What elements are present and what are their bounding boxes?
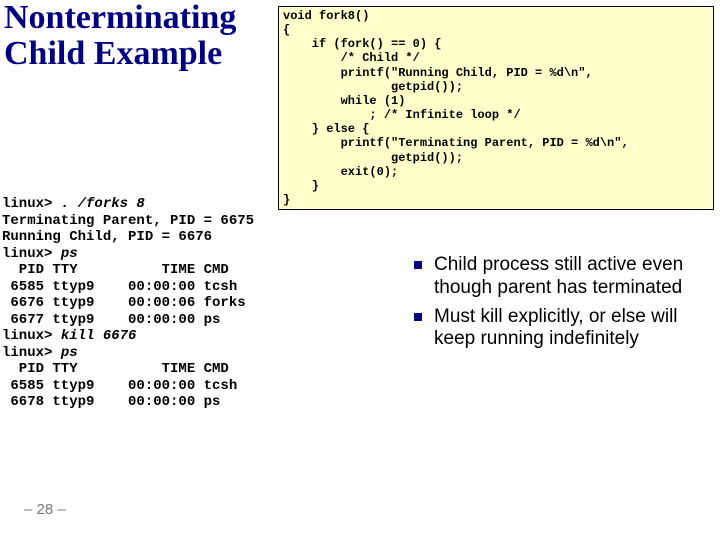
square-bullet-icon (414, 261, 422, 269)
terminal-line: 6678 ttyp9 00:00:00 ps (2, 394, 220, 410)
typed-command: kill 6676 (61, 328, 137, 344)
terminal-line: PID TTY TIME CMD (2, 361, 229, 377)
bullet-item: Must kill explicitly, or else will keep … (414, 306, 714, 352)
prompt: linux> (2, 328, 61, 344)
bullet-list: Child process still active even though p… (414, 254, 714, 357)
prompt: linux> (2, 246, 61, 262)
typed-command: ps (61, 246, 78, 262)
prompt: linux> (2, 345, 61, 361)
terminal-line: PID TTY TIME CMD (2, 262, 229, 278)
terminal-output: linux> . /forks 8 Terminating Parent, PI… (2, 196, 338, 411)
code-block: void fork8() { if (fork() == 0) { /* Chi… (278, 6, 714, 210)
terminal-line: 6585 ttyp9 00:00:00 tcsh (2, 378, 237, 394)
square-bullet-icon (414, 313, 422, 321)
prompt: linux> (2, 196, 61, 212)
typed-command: . /forks 8 (61, 196, 145, 212)
terminal-line: 6677 ttyp9 00:00:00 ps (2, 312, 220, 328)
terminal-line: Terminating Parent, PID = 6675 (2, 213, 254, 229)
typed-command: ps (61, 345, 78, 361)
bullet-text: Must kill explicitly, or else will keep … (434, 306, 714, 352)
terminal-line: 6585 ttyp9 00:00:00 tcsh (2, 279, 237, 295)
page-number: – 28 – (24, 501, 66, 518)
slide: Nonterminating Child Example void fork8(… (0, 0, 720, 540)
terminal-line: 6676 ttyp9 00:00:06 forks (2, 295, 246, 311)
bullet-text: Child process still active even though p… (434, 254, 714, 300)
bullet-item: Child process still active even though p… (414, 254, 714, 300)
slide-title: Nonterminating Child Example (4, 0, 272, 71)
terminal-line: Running Child, PID = 6676 (2, 229, 212, 245)
